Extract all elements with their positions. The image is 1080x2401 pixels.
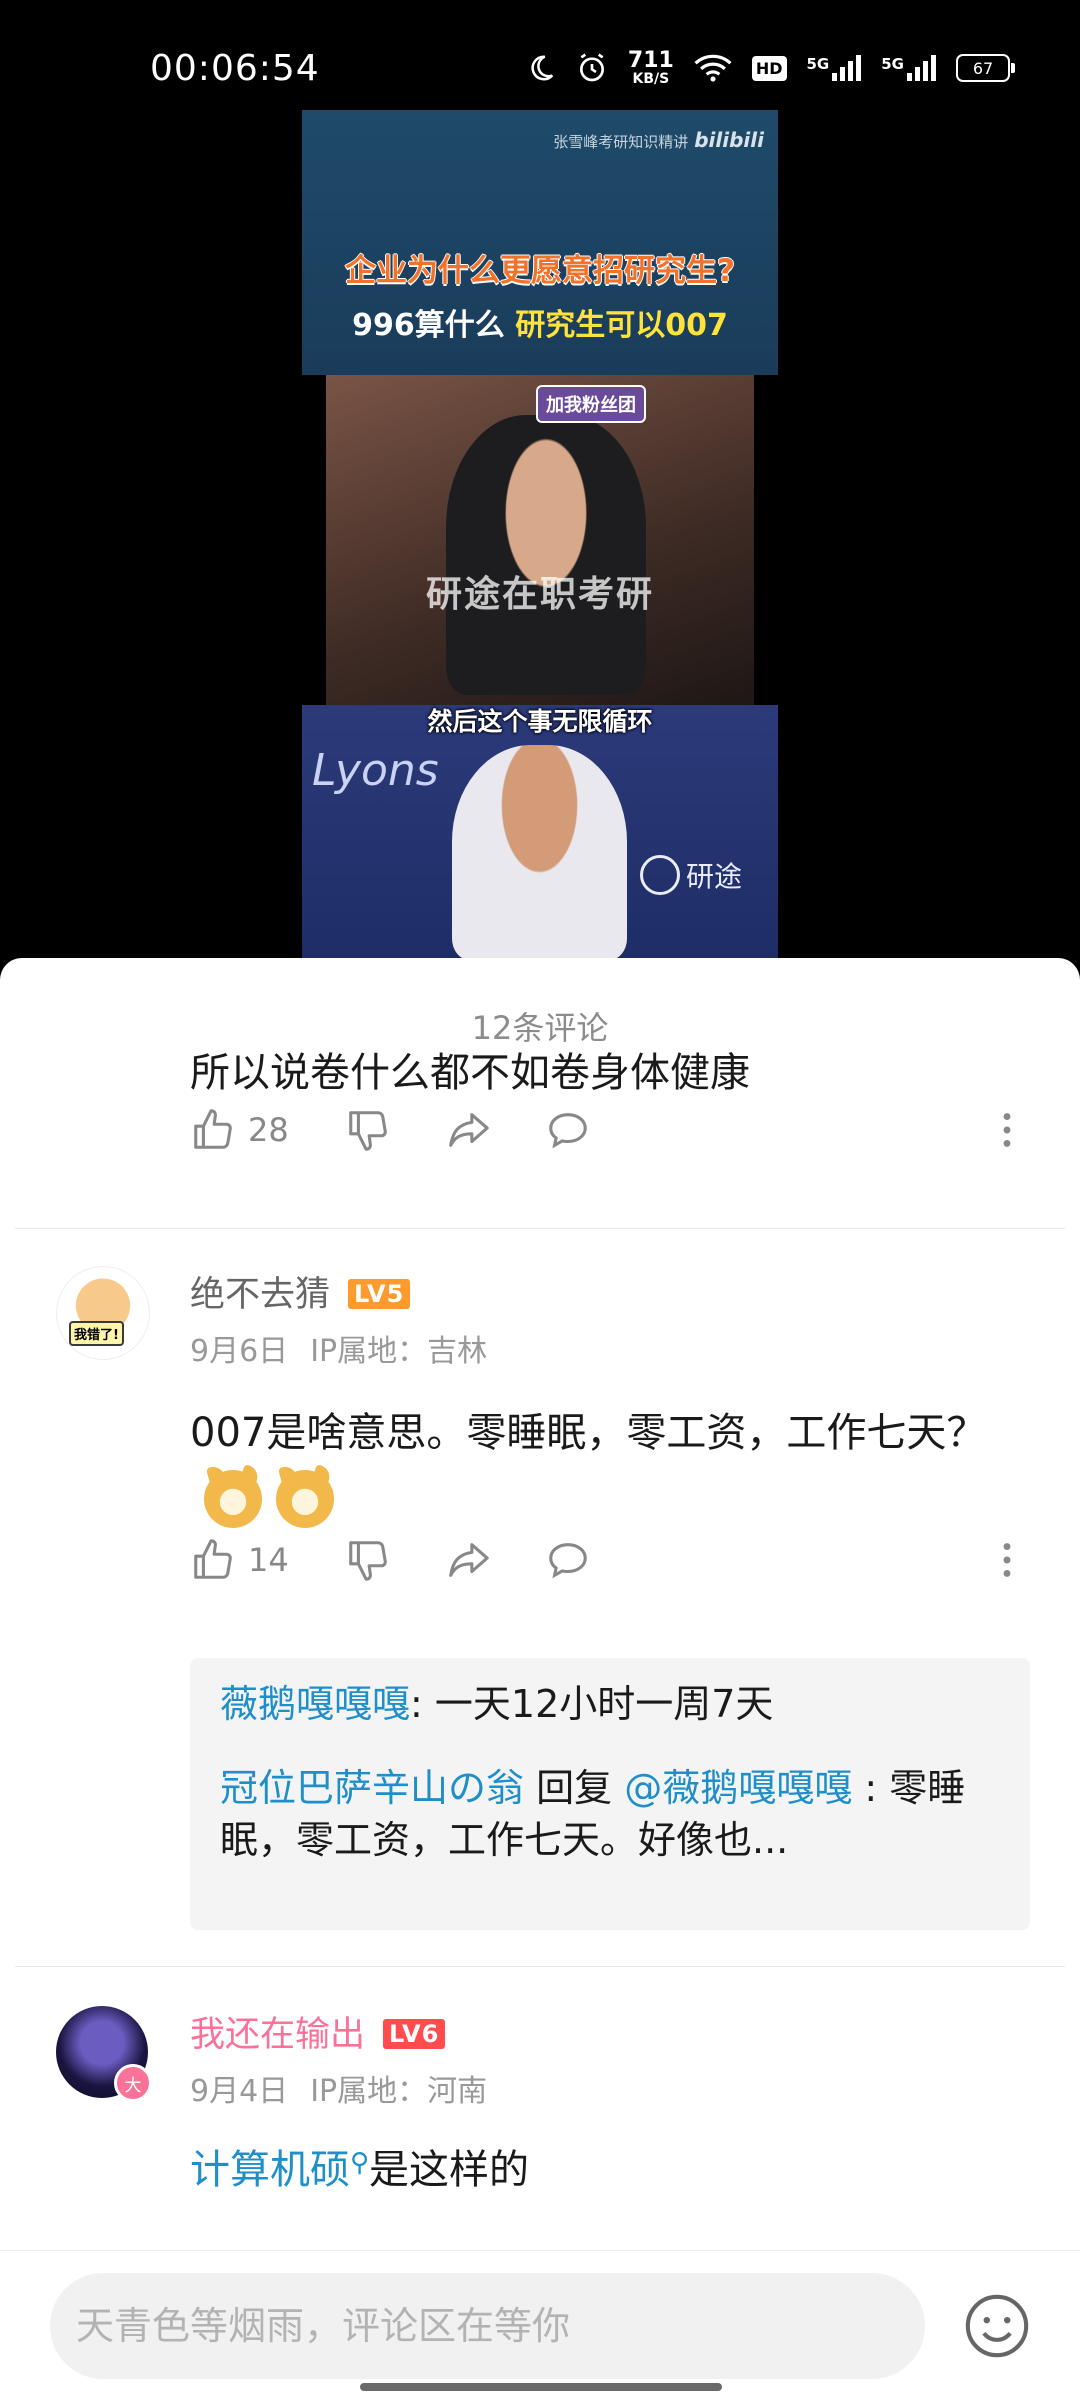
dislike-button[interactable]	[345, 1100, 391, 1160]
video-speaker	[446, 415, 646, 695]
video-headline: 企业为什么更愿意招研究生?	[345, 253, 735, 289]
video-subtitle: 然后这个事无限循环	[427, 707, 653, 736]
level-badge: LV5	[348, 1279, 411, 1309]
level-badge: LV6	[383, 2019, 446, 2049]
video-headline-2: 996算什么 研究生可以007	[352, 308, 728, 343]
video-overlay-text: 研途在职考研	[425, 574, 654, 615]
hd-icon: HD	[751, 55, 787, 81]
avatar[interactable]: 我错了!	[56, 1266, 150, 1360]
home-indicator[interactable]	[360, 2383, 722, 2391]
clock: 00:06:54	[150, 48, 320, 89]
reply-preview-box[interactable]: 薇鹅嘎嘎嘎: 一天12小时一周7天 冠位巴萨辛山の翁 回复 @薇鹅嘎嘎嘎 : 零…	[190, 1658, 1030, 1930]
like-button[interactable]: 14	[190, 1530, 289, 1590]
unicorn-logo-icon	[639, 855, 680, 895]
top-comment-actions: 28	[190, 1100, 1030, 1160]
net-speed: 711 KB/S	[627, 48, 674, 87]
dislike-button[interactable]	[345, 1530, 391, 1590]
more-vertical-icon	[1003, 1113, 1011, 1147]
video-player[interactable]: 张雪峰考研知识精讲 bilibili 企业为什么更愿意招研究生? 996算什么 研…	[302, 110, 778, 960]
signal-icon: 5G	[807, 55, 862, 81]
comment-sheet: 12条评论 所以说卷什么都不如卷身体健康 28 我错了! 绝不去猜 LV5 9月6…	[0, 958, 1080, 2400]
reply-username[interactable]: 薇鹅嘎嘎嘎	[220, 1682, 410, 1726]
avatar[interactable]: 大	[56, 2006, 152, 2102]
more-button[interactable]	[984, 1100, 1030, 1160]
video-frame-bottom: Lyons 研途	[302, 705, 778, 960]
like-button[interactable]: 28	[190, 1100, 289, 1160]
top-comment-text: 所以说卷什么都不如卷身体健康	[190, 1050, 750, 1096]
status-icons: 711 KB/S HD 5G 5G 67	[526, 48, 1015, 87]
video-watermark: 张雪峰考研知识精讲 bilibili	[553, 128, 764, 152]
video-frame: 加我粉丝团 研途在职考研	[326, 375, 754, 705]
fan-club-badge: 加我粉丝团	[536, 385, 646, 423]
comment-ip: IP属地：吉林	[310, 1334, 488, 1369]
comment-actions: 14	[190, 1530, 1030, 1590]
alarm-icon	[576, 52, 608, 84]
search-icon: ⚲	[350, 2148, 370, 2178]
reply-preview-1: 薇鹅嘎嘎嘎: 一天12小时一周7天	[220, 1682, 774, 1726]
reply-preview-2: 冠位巴萨辛山の翁 回复 @薇鹅嘎嘎嘎 : 零睡眠，零工资，工作七天。好像也...	[220, 1766, 966, 1862]
comment-text: 007是啥意思。零睡眠，零工资，工作七天？	[190, 1398, 1010, 1538]
avatar-sticker: 我错了!	[69, 1321, 124, 1346]
more-vertical-icon	[1003, 1543, 1011, 1577]
emoji-button[interactable]	[962, 2291, 1032, 2361]
comment-input[interactable]	[50, 2273, 925, 2379]
comment-meta: 9月6日 IP属地：吉林	[190, 1326, 509, 1370]
signal-icon: 5G	[881, 55, 936, 81]
wifi-icon	[694, 53, 732, 83]
divider	[15, 1228, 1065, 1229]
thumbs-down-icon	[349, 1541, 387, 1581]
comment-username[interactable]: 绝不去猜 LV5	[190, 1266, 411, 1317]
share-icon	[449, 1543, 489, 1577]
doge-emoji-icon	[204, 1470, 262, 1528]
video-title-card: 张雪峰考研知识精讲 bilibili 企业为什么更愿意招研究生? 996算什么 研…	[302, 110, 778, 375]
comment-icon	[549, 1113, 587, 1149]
video-logo: 研途	[639, 855, 742, 895]
doge-emoji-icon	[276, 1470, 334, 1528]
background-text: Lyons	[312, 745, 439, 796]
video-speaker-2	[452, 745, 627, 960]
divider	[15, 1966, 1065, 1967]
thumbs-up-icon	[194, 1109, 232, 1149]
comment-date: 9月4日	[190, 2074, 289, 2109]
share-button[interactable]	[445, 1100, 491, 1160]
battery-icon: 67	[956, 54, 1015, 82]
comment-input-bar	[0, 2250, 1080, 2401]
thumbs-up-icon	[194, 1539, 232, 1579]
thumbs-down-icon	[349, 1111, 387, 1151]
comment-text: 计算机硕⚲是这样的	[190, 2147, 530, 2193]
comment-ip: IP属地：河南	[310, 2074, 488, 2109]
comment-icon	[549, 1543, 587, 1579]
like-count: 28	[248, 1111, 289, 1149]
comment-meta: 9月4日 IP属地：河南	[190, 2066, 509, 2110]
reply-button[interactable]	[545, 1530, 591, 1590]
moon-icon	[526, 53, 556, 83]
comment-date: 9月6日	[190, 1334, 289, 1369]
search-link[interactable]: 计算机硕	[190, 2147, 350, 2193]
reply-button[interactable]	[545, 1100, 591, 1160]
share-button[interactable]	[445, 1530, 491, 1590]
comment-username[interactable]: 我还在输出 LV6	[190, 2006, 446, 2057]
reply-mention[interactable]: @薇鹅嘎嘎嘎	[624, 1766, 852, 1810]
vip-badge: 大	[114, 2064, 152, 2102]
share-icon	[449, 1113, 489, 1147]
like-count: 14	[248, 1541, 289, 1579]
more-button[interactable]	[984, 1530, 1030, 1590]
reply-username[interactable]: 冠位巴萨辛山の翁	[220, 1766, 524, 1810]
